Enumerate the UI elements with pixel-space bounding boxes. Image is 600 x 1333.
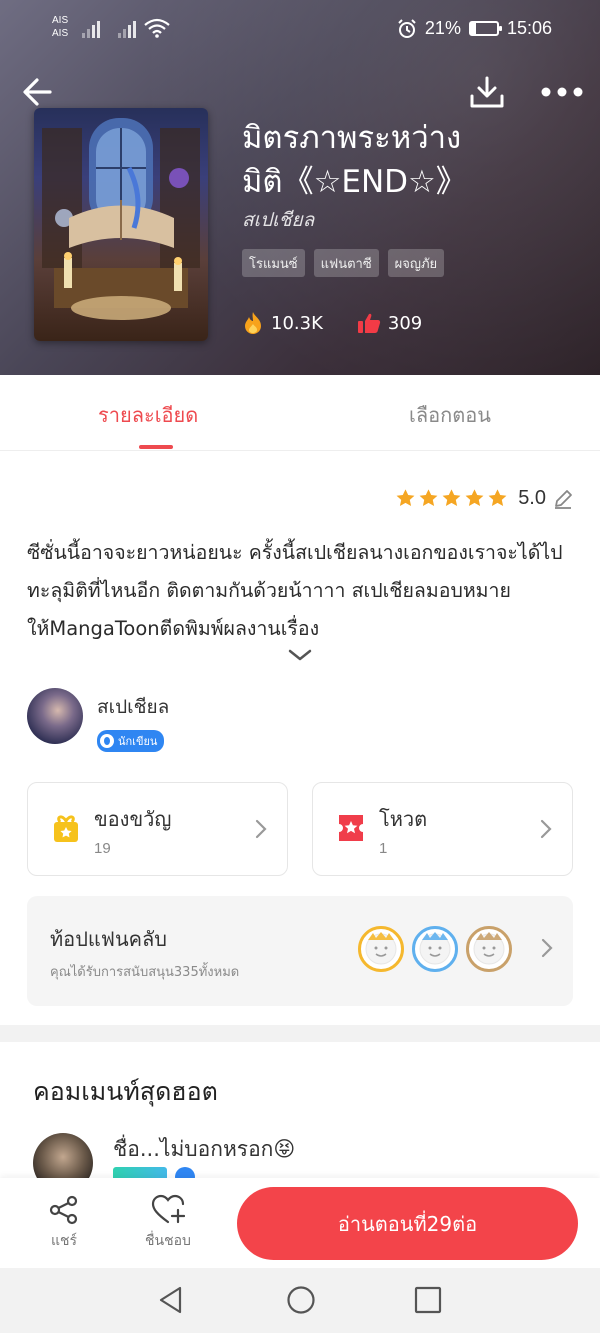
clock-time: 15:06 (506, 18, 552, 38)
nav-back-icon[interactable] (156, 1284, 186, 1316)
chevron-right-icon (255, 819, 267, 839)
cover-illustration (42, 118, 200, 320)
default-avatar-icon (365, 932, 397, 965)
fire-icon (245, 312, 261, 334)
book-cover-image (34, 108, 208, 341)
favorite-button[interactable]: ชื่นชอบ (145, 1194, 191, 1252)
wifi-icon (144, 18, 170, 38)
tag-romance[interactable]: โรแมนซ์ (242, 249, 305, 277)
hot-comments-title: คอมเมนท์สุดฮอต (33, 1077, 218, 1106)
commenter-avatar[interactable] (33, 1133, 93, 1183)
fanclub-subtitle: คุณได้รับการสนับสนุน335ทั้งหมด (50, 965, 240, 980)
signal-2-icon (118, 20, 136, 38)
edit-pencil-icon[interactable] (552, 488, 574, 510)
carrier-2: AIS (52, 28, 69, 39)
comment-item[interactable]: ชื่อ...ไม่บอกหรอก😝 (33, 1133, 573, 1183)
chevron-right-icon (541, 938, 553, 958)
vote-card[interactable]: โหวต 1 (312, 782, 573, 876)
share-icon (49, 1195, 78, 1225)
default-avatar-icon (473, 932, 505, 965)
fan-avatar-silver (412, 926, 458, 972)
back-arrow-icon[interactable] (20, 74, 56, 110)
status-bar: AIS AIS 21% 15:06 (0, 0, 600, 60)
default-avatar-icon (419, 932, 451, 965)
book-title-line-1: มิตรภาพระหว่าง (242, 120, 462, 156)
signal-1-icon (82, 20, 100, 38)
book-author[interactable]: สเปเชียล (242, 205, 314, 235)
fan-avatar-gold (358, 926, 404, 972)
author-name[interactable]: สเปเชียล (97, 692, 169, 722)
bottom-action-bar: แชร์ ชื่นชอบ อ่านตอนที่29ต่อ (0, 1178, 600, 1268)
fanclub-title: ท้อปแฟนคลับ (50, 927, 167, 951)
rating-stars (395, 488, 508, 509)
share-button[interactable]: แชร์ (48, 1194, 80, 1252)
tag-fantasy[interactable]: แฟนตาซี (313, 249, 379, 277)
likes-stat: 309 (357, 311, 422, 335)
system-navigation-bar (0, 1268, 600, 1333)
alarm-icon (398, 18, 416, 38)
heart-add-icon (151, 1194, 185, 1224)
vote-label: โหวต (379, 807, 428, 831)
star-icon (488, 489, 507, 507)
comment-text: ชื่อ...ไม่บอกหรอก😝 (113, 1137, 296, 1161)
top-fanclub-card[interactable]: ท้อปแฟนคลับ คุณได้รับการสนับสนุน335ทั้งห… (27, 896, 573, 1006)
continue-reading-button[interactable]: อ่านตอนที่29ต่อ (237, 1187, 578, 1260)
author-avatar[interactable] (27, 688, 83, 744)
tab-details[interactable]: รายละเอียด (98, 399, 198, 431)
carrier-1: AIS (52, 15, 69, 26)
book-title: มิตรภาพระหว่าง มิติ《☆END☆》 (242, 116, 542, 204)
chevron-right-icon (540, 819, 552, 839)
likes-count: 309 (387, 312, 423, 334)
nav-home-icon[interactable] (285, 1284, 317, 1316)
active-tab-indicator (139, 445, 173, 449)
writer-badge-label: นักเขียน (118, 735, 158, 748)
expand-chevron-icon[interactable] (287, 648, 313, 662)
author-row[interactable]: สเปเชียล นักเขียน (27, 688, 169, 752)
fan-avatars (358, 926, 512, 972)
star-icon (396, 489, 415, 507)
star-icon (419, 489, 438, 507)
gift-card[interactable]: ของขวัญ 19 (27, 782, 288, 876)
header-hero: AIS AIS 21% 15:06 มิตรภาพระหว่าง มิติ《☆E… (0, 0, 600, 375)
fan-avatar-bronze (466, 926, 512, 972)
genre-tags: โรแมนซ์ แฟนตาซี ผจญภัย (242, 249, 445, 277)
views-stat: 10.3K (242, 311, 323, 335)
rating-value: 5.0 (518, 487, 546, 509)
gift-label: ของขวัญ (94, 807, 172, 831)
book-title-line-2: มิติ《☆END☆》 (242, 164, 467, 200)
thumbs-up-icon (357, 313, 381, 333)
more-icon[interactable] (540, 86, 584, 98)
book-description: ซีซั่นนี้อาจจะยาวหน่อยนะ ครั้งนี้สเปเชีย… (27, 541, 563, 640)
tab-episodes[interactable]: เลือกตอน (409, 399, 491, 431)
battery-fill (470, 23, 477, 34)
tab-bar: รายละเอียด เลือกตอน (0, 375, 600, 451)
battery-percent: 21% (424, 18, 461, 38)
vote-count: 1 (379, 840, 388, 857)
tag-adventure[interactable]: ผจญภัย (387, 249, 445, 277)
views-count: 10.3K (271, 312, 323, 334)
gift-count: 19 (94, 840, 111, 857)
vote-ticket-icon (339, 815, 363, 841)
download-icon[interactable] (468, 74, 506, 110)
favorite-label: ชื่นชอบ (145, 1233, 191, 1249)
star-icon (442, 489, 461, 507)
nav-recents-icon[interactable] (413, 1284, 443, 1316)
gift-icon (54, 815, 78, 842)
book-stats: 10.3K 309 (242, 311, 422, 335)
battery-icon (468, 21, 502, 36)
carrier-label: AIS AIS (52, 14, 68, 40)
star-icon (465, 489, 484, 507)
share-label: แชร์ (50, 1233, 78, 1249)
writer-badge-icon (100, 734, 114, 748)
rating: 5.0 (395, 487, 574, 510)
writer-badge: นักเขียน (97, 730, 165, 752)
section-divider (0, 1025, 600, 1042)
